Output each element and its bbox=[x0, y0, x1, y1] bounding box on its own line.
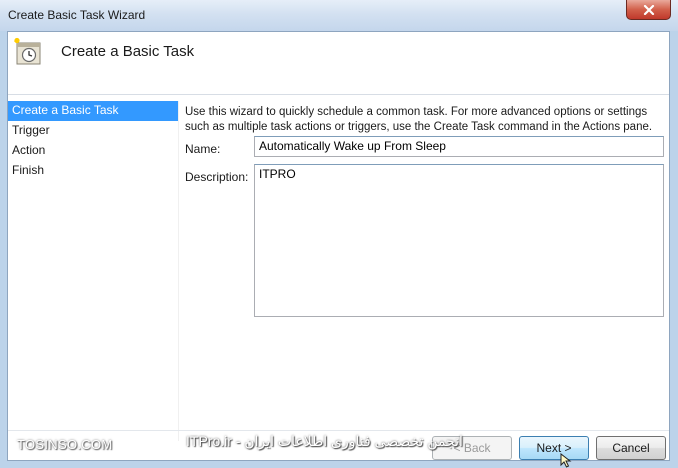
wizard-steps-nav: Create a Basic Task Trigger Action Finis… bbox=[8, 101, 178, 181]
watermark-tosinso: TOSINSO.COM bbox=[17, 437, 113, 452]
close-button[interactable] bbox=[626, 0, 671, 20]
mouse-cursor-icon bbox=[560, 453, 572, 468]
footer-divider bbox=[8, 430, 669, 431]
window-title: Create Basic Task Wizard bbox=[8, 8, 146, 22]
page-title: Create a Basic Task bbox=[61, 43, 195, 60]
nav-item-trigger[interactable]: Trigger bbox=[8, 121, 178, 141]
watermark-itpro: ITPro.ir - انجمن تخصصی فناوری اطلاعات ای… bbox=[186, 433, 463, 449]
title-bar[interactable]: Create Basic Task Wizard bbox=[0, 0, 678, 31]
wizard-panel: Create a Basic Task Create a Basic Task … bbox=[7, 31, 670, 461]
description-label: Description: bbox=[185, 170, 249, 184]
intro-text: Use this wizard to quickly schedule a co… bbox=[185, 105, 665, 135]
intro-line-1: Use this wizard to quickly schedule a co… bbox=[185, 106, 648, 118]
nav-item-create-basic-task[interactable]: Create a Basic Task bbox=[8, 101, 178, 121]
next-button[interactable]: Next > bbox=[519, 436, 589, 460]
name-label: Name: bbox=[185, 142, 221, 156]
task-scheduler-icon bbox=[14, 37, 41, 65]
description-field[interactable]: ITPRO bbox=[254, 164, 664, 317]
cancel-button[interactable]: Cancel bbox=[596, 436, 666, 460]
header-divider bbox=[8, 94, 669, 95]
name-field[interactable]: Automatically Wake up From Sleep bbox=[254, 136, 664, 157]
close-icon bbox=[643, 4, 654, 15]
nav-item-finish[interactable]: Finish bbox=[8, 161, 178, 181]
intro-line-2: such as multiple task actions or trigger… bbox=[185, 121, 653, 133]
nav-divider bbox=[178, 101, 179, 441]
nav-item-action[interactable]: Action bbox=[8, 141, 178, 161]
